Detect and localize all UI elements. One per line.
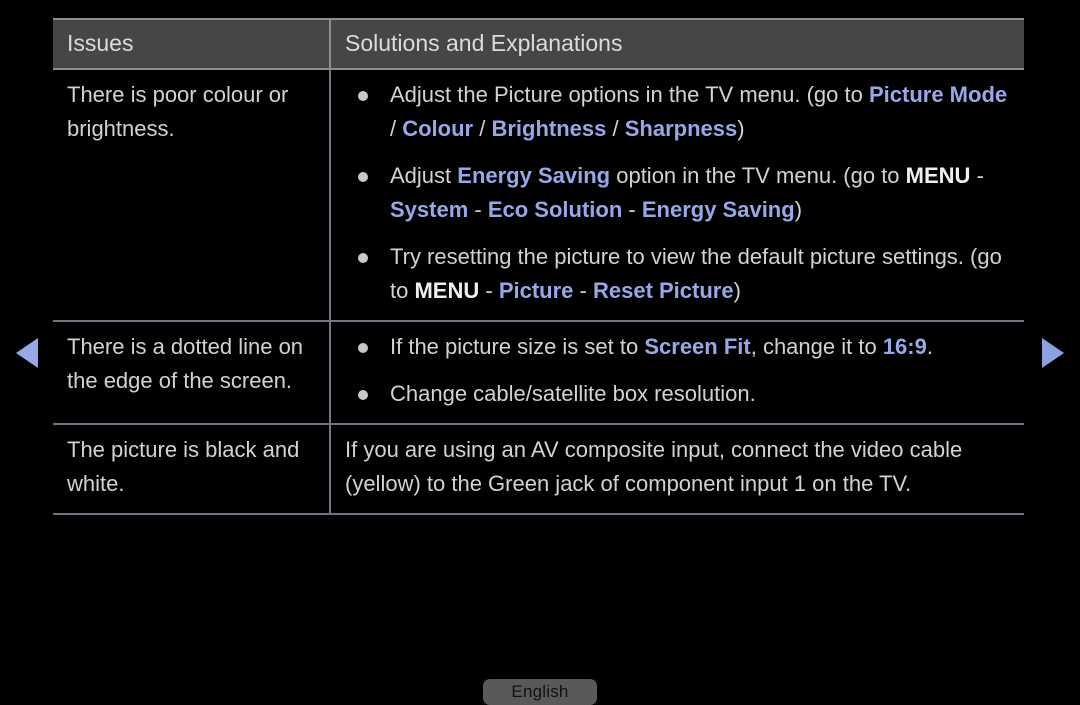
solution-cell: Adjust the Picture options in the TV men…: [330, 69, 1024, 322]
bullet-dot-icon: [358, 390, 368, 400]
triangle-left-icon[interactable]: [16, 338, 38, 368]
text-segment: -: [573, 278, 593, 303]
text-segment: option in the TV menu. (go to: [610, 163, 906, 188]
text-segment: Sharpness: [624, 116, 738, 141]
text-segment: Energy Saving: [641, 197, 795, 222]
text-segment: ): [794, 197, 803, 222]
text-segment: Screen Fit: [644, 334, 751, 359]
troubleshooting-table-wrapper: Issues Solutions and Explanations There …: [53, 18, 1024, 515]
table-row: There is poor colour or brightness. Adjus…: [53, 69, 1024, 322]
text-segment: Colour: [402, 116, 474, 141]
list-item: Adjust the Picture options in the TV men…: [345, 78, 1014, 146]
text-segment: Adjust: [390, 163, 458, 188]
text-segment: , change it to: [750, 334, 883, 359]
table-header: Issues Solutions and Explanations: [53, 18, 1024, 70]
list-item: Adjust Energy Saving option in the TV me…: [345, 159, 1014, 227]
column-header-solutions: Solutions and Explanations: [330, 18, 1024, 70]
text-segment: /: [390, 116, 403, 141]
bullet-dot-icon: [358, 253, 368, 263]
list-item: If the picture size is set to Screen Fit…: [345, 330, 1014, 364]
language-button[interactable]: English: [483, 679, 597, 705]
table-row: There is a dotted line on the edge of th…: [53, 321, 1024, 425]
issue-cell: There is poor colour or brightness.: [53, 69, 331, 322]
issue-cell: The picture is black and white.: [53, 424, 331, 515]
text-segment: Brightness: [491, 116, 607, 141]
table-row: The picture is black and white. If you ar…: [53, 424, 1024, 515]
troubleshooting-table: Issues Solutions and Explanations There …: [53, 18, 1024, 515]
text-segment: .: [926, 334, 933, 359]
text-segment: Adjust the Picture options in the TV men…: [390, 82, 869, 107]
solution-bullet-list: If the picture size is set to Screen Fit…: [345, 330, 1014, 411]
solution-cell: If you are using an AV composite input, …: [330, 424, 1024, 515]
bullet-dot-icon: [358, 343, 368, 353]
triangle-right-icon[interactable]: [1042, 338, 1064, 368]
text-segment: Picture: [498, 278, 574, 303]
text-segment: -: [468, 197, 488, 222]
bullet-dot-icon: [358, 172, 368, 182]
text-segment: ): [733, 278, 741, 303]
text-segment: 16:9: [882, 334, 927, 359]
bullet-dot-icon: [358, 91, 368, 101]
text-segment: If the picture size is set to: [390, 334, 645, 359]
table-body: There is poor colour or brightness. Adjus…: [53, 69, 1024, 515]
issue-cell: There is a dotted line on the edge of th…: [53, 321, 331, 425]
list-item: Change cable/satellite box resolution.: [345, 377, 1014, 411]
text-segment: MENU: [414, 278, 480, 303]
text-segment: Eco Solution: [487, 197, 623, 222]
text-segment: /: [606, 116, 625, 141]
solution-paragraph: If you are using an AV composite input, …: [345, 433, 1014, 501]
text-segment: ): [737, 116, 745, 141]
text-segment: Reset Picture: [592, 278, 734, 303]
column-header-issues: Issues: [53, 18, 331, 70]
list-item: Try resetting the picture to view the de…: [345, 240, 1014, 308]
table-header-row: Issues Solutions and Explanations: [53, 18, 1024, 70]
solution-bullet-list: Adjust the Picture options in the TV men…: [345, 78, 1014, 308]
text-segment: If you are using an AV composite input, …: [345, 437, 963, 496]
text-segment: System: [390, 197, 469, 222]
text-segment: -: [479, 278, 499, 303]
text-segment: -: [622, 197, 642, 222]
text-segment: -: [970, 163, 984, 188]
text-segment: Energy Saving: [457, 163, 611, 188]
text-segment: Picture Mode: [868, 82, 1008, 107]
solution-cell: If the picture size is set to Screen Fit…: [330, 321, 1024, 425]
text-segment: /: [473, 116, 492, 141]
text-segment: Change cable/satellite box resolution.: [390, 381, 756, 406]
text-segment: MENU: [905, 163, 971, 188]
